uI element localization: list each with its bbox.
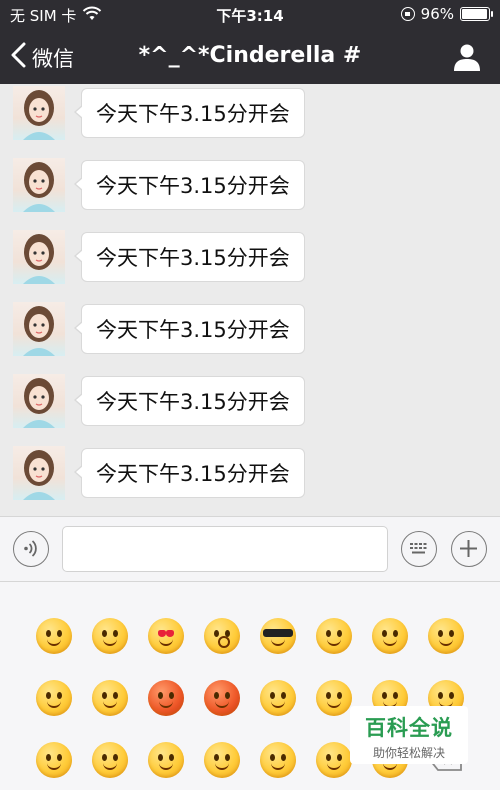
wink-emoji[interactable] (260, 680, 296, 716)
voice-button[interactable] (13, 531, 49, 567)
chat-title: *^_^*Cinderella # (138, 43, 362, 68)
sob-emoji[interactable] (92, 680, 128, 716)
contact-avatar[interactable] (13, 446, 65, 500)
message-list[interactable]: 今天下午3.15分开会 今天下午3.15分开会 今天下午3.15分开会 今天下午… (0, 84, 500, 516)
surprised-emoji[interactable] (316, 742, 352, 778)
scream-emoji[interactable] (92, 742, 128, 778)
message-bubble[interactable]: 今天下午3.15分开会 (74, 448, 305, 498)
grin-emoji[interactable] (316, 680, 352, 716)
message-row: 今天下午3.15分开会 (13, 446, 493, 502)
angry-emoji[interactable] (204, 680, 240, 716)
dizzy-emoji[interactable] (148, 742, 184, 778)
cool-emoji[interactable] (260, 618, 296, 654)
message-bubble[interactable]: 今天下午3.15分开会 (74, 88, 305, 138)
smile-emoji[interactable] (36, 618, 72, 654)
contact-avatar[interactable] (13, 302, 65, 356)
shy-emoji[interactable] (92, 618, 128, 654)
contact-avatar[interactable] (13, 374, 65, 428)
plus-button[interactable] (451, 531, 487, 567)
surprised-emoji[interactable] (204, 618, 240, 654)
contact-avatar[interactable] (13, 230, 65, 284)
message-row: 今天下午3.15分开会 (13, 86, 493, 142)
message-input[interactable] (62, 526, 388, 572)
blush-emoji[interactable] (372, 618, 408, 654)
message-row: 今天下午3.15分开会 (13, 230, 493, 286)
message-bubble[interactable]: 今天下午3.15分开会 (74, 304, 305, 354)
message-bubble[interactable]: 今天下午3.15分开会 (74, 160, 305, 210)
contact-avatar[interactable] (13, 158, 65, 212)
message-bubble[interactable]: 今天下午3.15分开会 (74, 232, 305, 282)
sleepy-emoji[interactable] (36, 680, 72, 716)
contact-avatar[interactable] (13, 86, 65, 140)
keyboard-button[interactable] (401, 531, 437, 567)
heart-eyes-emoji[interactable] (148, 618, 184, 654)
status-bar: 无 SIM 卡 下午3:14 96% (0, 0, 500, 30)
message-row: 今天下午3.15分开会 (13, 158, 493, 214)
happy-emoji[interactable] (260, 742, 296, 778)
battery-icon (460, 7, 493, 21)
input-bar (0, 516, 500, 582)
giggle-emoji[interactable] (204, 742, 240, 778)
message-row: 今天下午3.15分开会 (13, 302, 493, 358)
watermark-subtitle: 助你轻松解决 (372, 746, 445, 760)
message-bubble[interactable]: 今天下午3.15分开会 (74, 376, 305, 426)
embarrassed-emoji[interactable] (148, 680, 184, 716)
stare-emoji[interactable] (36, 742, 72, 778)
person-icon[interactable] (452, 42, 482, 72)
battery-fill (462, 9, 487, 19)
watermark-title: 百科全说 (365, 716, 453, 740)
watermark: 百科全说 助你轻松解决 (350, 706, 468, 764)
message-row: 今天下午3.15分开会 (13, 374, 493, 430)
battery-percent: 96% (420, 5, 454, 23)
rotation-lock-icon (400, 7, 415, 21)
shush-emoji[interactable] (428, 618, 464, 654)
chat-header: 微信 *^_^*Cinderella # (0, 30, 500, 84)
cry-emoji[interactable] (316, 618, 352, 654)
